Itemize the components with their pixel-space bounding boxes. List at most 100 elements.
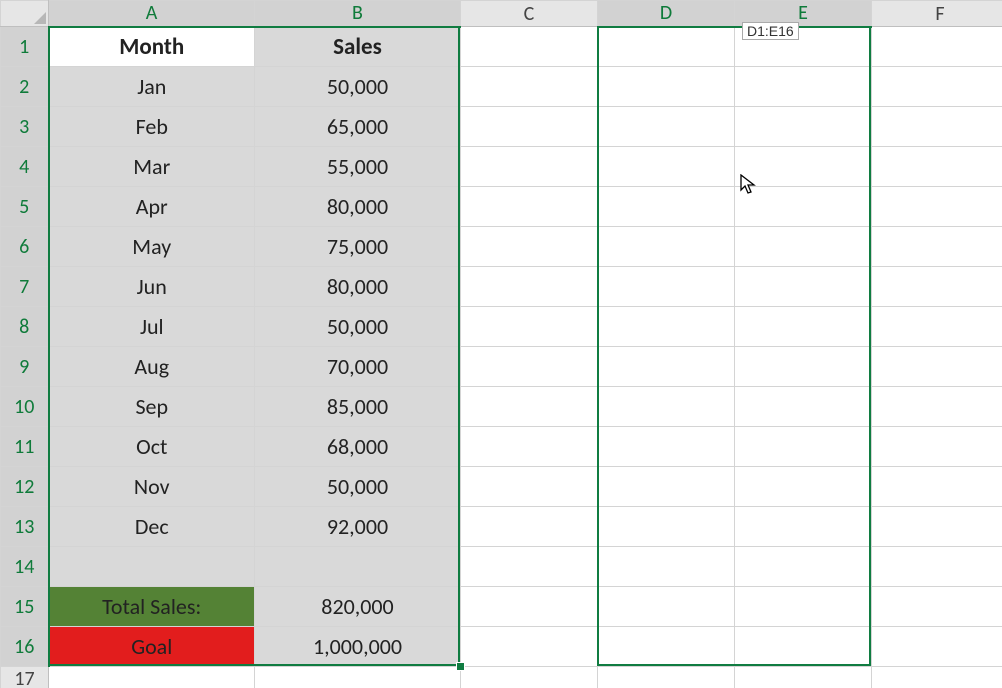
cell-C13[interactable] (461, 507, 598, 547)
row-header-6[interactable]: 6 (1, 227, 49, 267)
row-header-1[interactable]: 1 (1, 27, 49, 67)
row-header-16[interactable]: 16 (1, 627, 49, 667)
select-all-corner[interactable] (1, 1, 49, 27)
cell-F13[interactable] (872, 507, 1002, 547)
cell-D3[interactable] (598, 107, 735, 147)
row-header-10[interactable]: 10 (1, 387, 49, 427)
cell-D17[interactable] (598, 667, 735, 688)
col-header-B[interactable]: B (255, 1, 461, 27)
cell-B12[interactable]: 50,000 (255, 467, 461, 507)
cell-E8[interactable] (735, 307, 872, 347)
cell-A14[interactable] (49, 547, 255, 587)
cell-A9[interactable]: Aug (49, 347, 255, 387)
cell-F16[interactable] (872, 627, 1002, 667)
spreadsheet-viewport[interactable]: A B C D E F 1MonthSales2Jan50,0003Feb65,… (0, 0, 1002, 688)
cell-F12[interactable] (872, 467, 1002, 507)
cell-D12[interactable] (598, 467, 735, 507)
row-header-3[interactable]: 3 (1, 107, 49, 147)
cell-C12[interactable] (461, 467, 598, 507)
cell-B17[interactable] (255, 667, 461, 688)
cell-B3[interactable]: 65,000 (255, 107, 461, 147)
cell-B14[interactable] (255, 547, 461, 587)
row-header-11[interactable]: 11 (1, 427, 49, 467)
col-header-F[interactable]: F (872, 1, 1002, 27)
row-header-9[interactable]: 9 (1, 347, 49, 387)
cell-A13[interactable]: Dec (49, 507, 255, 547)
cell-E2[interactable] (735, 67, 872, 107)
col-header-A[interactable]: A (49, 1, 255, 27)
cell-A11[interactable]: Oct (49, 427, 255, 467)
cell-B9[interactable]: 70,000 (255, 347, 461, 387)
cell-B13[interactable]: 92,000 (255, 507, 461, 547)
cell-C16[interactable] (461, 627, 598, 667)
cell-D1[interactable] (598, 27, 735, 67)
cell-F3[interactable] (872, 107, 1002, 147)
cell-D10[interactable] (598, 387, 735, 427)
cell-F11[interactable] (872, 427, 1002, 467)
cell-B1[interactable]: Sales (255, 27, 461, 67)
cell-F4[interactable] (872, 147, 1002, 187)
cell-F14[interactable] (872, 547, 1002, 587)
cell-A5[interactable]: Apr (49, 187, 255, 227)
cell-B6[interactable]: 75,000 (255, 227, 461, 267)
row-header-5[interactable]: 5 (1, 187, 49, 227)
col-header-E[interactable]: E (735, 1, 872, 27)
cell-B8[interactable]: 50,000 (255, 307, 461, 347)
cell-E17[interactable] (735, 667, 872, 688)
cell-C5[interactable] (461, 187, 598, 227)
cell-E16[interactable] (735, 627, 872, 667)
cell-A12[interactable]: Nov (49, 467, 255, 507)
cell-F5[interactable] (872, 187, 1002, 227)
row-header-13[interactable]: 13 (1, 507, 49, 547)
cell-C10[interactable] (461, 387, 598, 427)
cell-A17[interactable] (49, 667, 255, 688)
cell-F10[interactable] (872, 387, 1002, 427)
cell-B10[interactable]: 85,000 (255, 387, 461, 427)
cell-D4[interactable] (598, 147, 735, 187)
cell-D15[interactable] (598, 587, 735, 627)
cell-C15[interactable] (461, 587, 598, 627)
cell-A16[interactable]: Goal (49, 627, 255, 667)
cell-E14[interactable] (735, 547, 872, 587)
row-header-12[interactable]: 12 (1, 467, 49, 507)
cell-E11[interactable] (735, 427, 872, 467)
row-header-17[interactable]: 17 (1, 667, 49, 688)
cell-D6[interactable] (598, 227, 735, 267)
cell-D2[interactable] (598, 67, 735, 107)
cell-E5[interactable] (735, 187, 872, 227)
cell-D9[interactable] (598, 347, 735, 387)
cell-F2[interactable] (872, 67, 1002, 107)
cell-C6[interactable] (461, 227, 598, 267)
cell-F8[interactable] (872, 307, 1002, 347)
cell-E7[interactable] (735, 267, 872, 307)
cell-A8[interactable]: Jul (49, 307, 255, 347)
row-header-7[interactable]: 7 (1, 267, 49, 307)
cell-A3[interactable]: Feb (49, 107, 255, 147)
cell-F17[interactable] (872, 667, 1002, 688)
fill-handle[interactable] (457, 663, 464, 670)
row-header-2[interactable]: 2 (1, 67, 49, 107)
col-header-C[interactable]: C (461, 1, 598, 27)
cell-F1[interactable] (872, 27, 1002, 67)
grid[interactable]: A B C D E F 1MonthSales2Jan50,0003Feb65,… (0, 0, 1002, 688)
row-header-8[interactable]: 8 (1, 307, 49, 347)
cell-C1[interactable] (461, 27, 598, 67)
cell-B4[interactable]: 55,000 (255, 147, 461, 187)
cell-A15[interactable]: Total Sales: (49, 587, 255, 627)
cell-B15[interactable]: 820,000 (255, 587, 461, 627)
cell-A10[interactable]: Sep (49, 387, 255, 427)
cell-C7[interactable] (461, 267, 598, 307)
cell-E1[interactable] (735, 27, 872, 67)
cell-E13[interactable] (735, 507, 872, 547)
cell-D8[interactable] (598, 307, 735, 347)
cell-B16[interactable]: 1,000,000 (255, 627, 461, 667)
cell-A2[interactable]: Jan (49, 67, 255, 107)
cell-A4[interactable]: Mar (49, 147, 255, 187)
cell-D16[interactable] (598, 627, 735, 667)
cell-E6[interactable] (735, 227, 872, 267)
cell-D14[interactable] (598, 547, 735, 587)
cell-D5[interactable] (598, 187, 735, 227)
cell-C2[interactable] (461, 67, 598, 107)
cell-C8[interactable] (461, 307, 598, 347)
cell-A7[interactable]: Jun (49, 267, 255, 307)
